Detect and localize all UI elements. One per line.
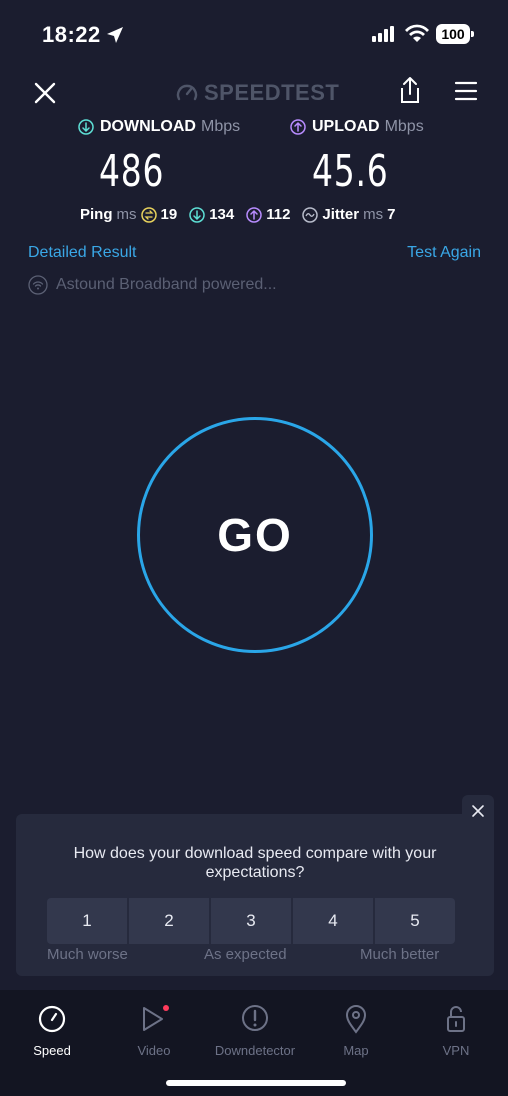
go-button[interactable]: GO (137, 417, 373, 653)
isp-name: Astound Broadband powered... (56, 276, 277, 293)
ping-upload-icon (246, 206, 262, 223)
scale-label-right: Much better (360, 946, 440, 963)
alert-icon (242, 1005, 268, 1031)
nav-speed[interactable]: Speed (2, 1004, 102, 1058)
status-time: 18:22 (42, 22, 101, 47)
location-arrow-icon (107, 27, 123, 43)
scale-label-mid: As expected (204, 946, 287, 963)
status-bar: 18:22 100 (0, 0, 508, 70)
close-icon (472, 805, 484, 817)
survey-question: How does your download speed compare wit… (73, 845, 437, 881)
ping-jitter-row: Ping ms 19 134 112 Jitter ms 7 (80, 206, 407, 223)
upload-speed-value: 45.6 (312, 146, 389, 197)
wifi-provider-icon (28, 275, 48, 295)
battery-icon: 100 (436, 24, 474, 44)
survey-card: How does your download speed compare wit… (16, 814, 494, 976)
ping-idle: 19 (140, 206, 177, 223)
speedometer-icon (38, 1005, 66, 1033)
wifi-icon (405, 24, 429, 42)
ping-upload: 112 (246, 206, 290, 223)
go-label: GO (217, 509, 293, 561)
rating-3-button[interactable]: 3 (211, 898, 291, 944)
ping-unit: ms (116, 206, 137, 223)
nav-video[interactable]: Video (104, 1004, 204, 1058)
jitter-icon (302, 206, 319, 223)
download-speed-value: 486 (99, 146, 165, 197)
speedtest-logo: SPEEDTEST (176, 78, 339, 108)
survey-close-button[interactable] (462, 795, 494, 827)
download-label: DOWNLOAD Mbps (78, 118, 240, 136)
jitter: Jitter ms 7 (302, 206, 395, 223)
nav-vpn[interactable]: VPN (406, 1004, 506, 1058)
ping-download-icon (189, 206, 205, 223)
home-indicator[interactable] (166, 1080, 346, 1086)
close-icon[interactable] (32, 80, 58, 106)
nav-downdetector[interactable]: Downdetector (205, 1004, 305, 1058)
ping-download: 134 (189, 206, 234, 223)
play-icon (143, 1005, 169, 1031)
upload-label: UPLOAD Mbps (290, 118, 424, 136)
rating-2-button[interactable]: 2 (129, 898, 209, 944)
logo-text: SPEEDTEST (204, 80, 340, 105)
test-again-link[interactable]: Test Again (407, 244, 481, 262)
signal-icon (372, 26, 394, 42)
map-pin-icon (345, 1005, 367, 1034)
upload-arrow-icon (290, 119, 306, 135)
ping-idle-icon (140, 206, 157, 223)
rating-5-button[interactable]: 5 (375, 898, 455, 944)
detailed-result-link[interactable]: Detailed Result (28, 244, 137, 262)
ping-label: Ping (80, 206, 113, 223)
rating-1-button[interactable]: 1 (47, 898, 127, 944)
speedometer-icon (176, 84, 198, 101)
share-icon[interactable] (398, 76, 422, 104)
nav-map[interactable]: Map (306, 1004, 406, 1058)
unlock-icon (447, 1006, 465, 1032)
rating-scale: 1 2 3 4 5 (47, 898, 455, 944)
menu-icon[interactable] (454, 80, 478, 102)
rating-4-button[interactable]: 4 (293, 898, 373, 944)
scale-label-left: Much worse (47, 946, 128, 963)
download-arrow-icon (78, 119, 94, 135)
isp-provider: Astound Broadband powered... (28, 275, 277, 295)
